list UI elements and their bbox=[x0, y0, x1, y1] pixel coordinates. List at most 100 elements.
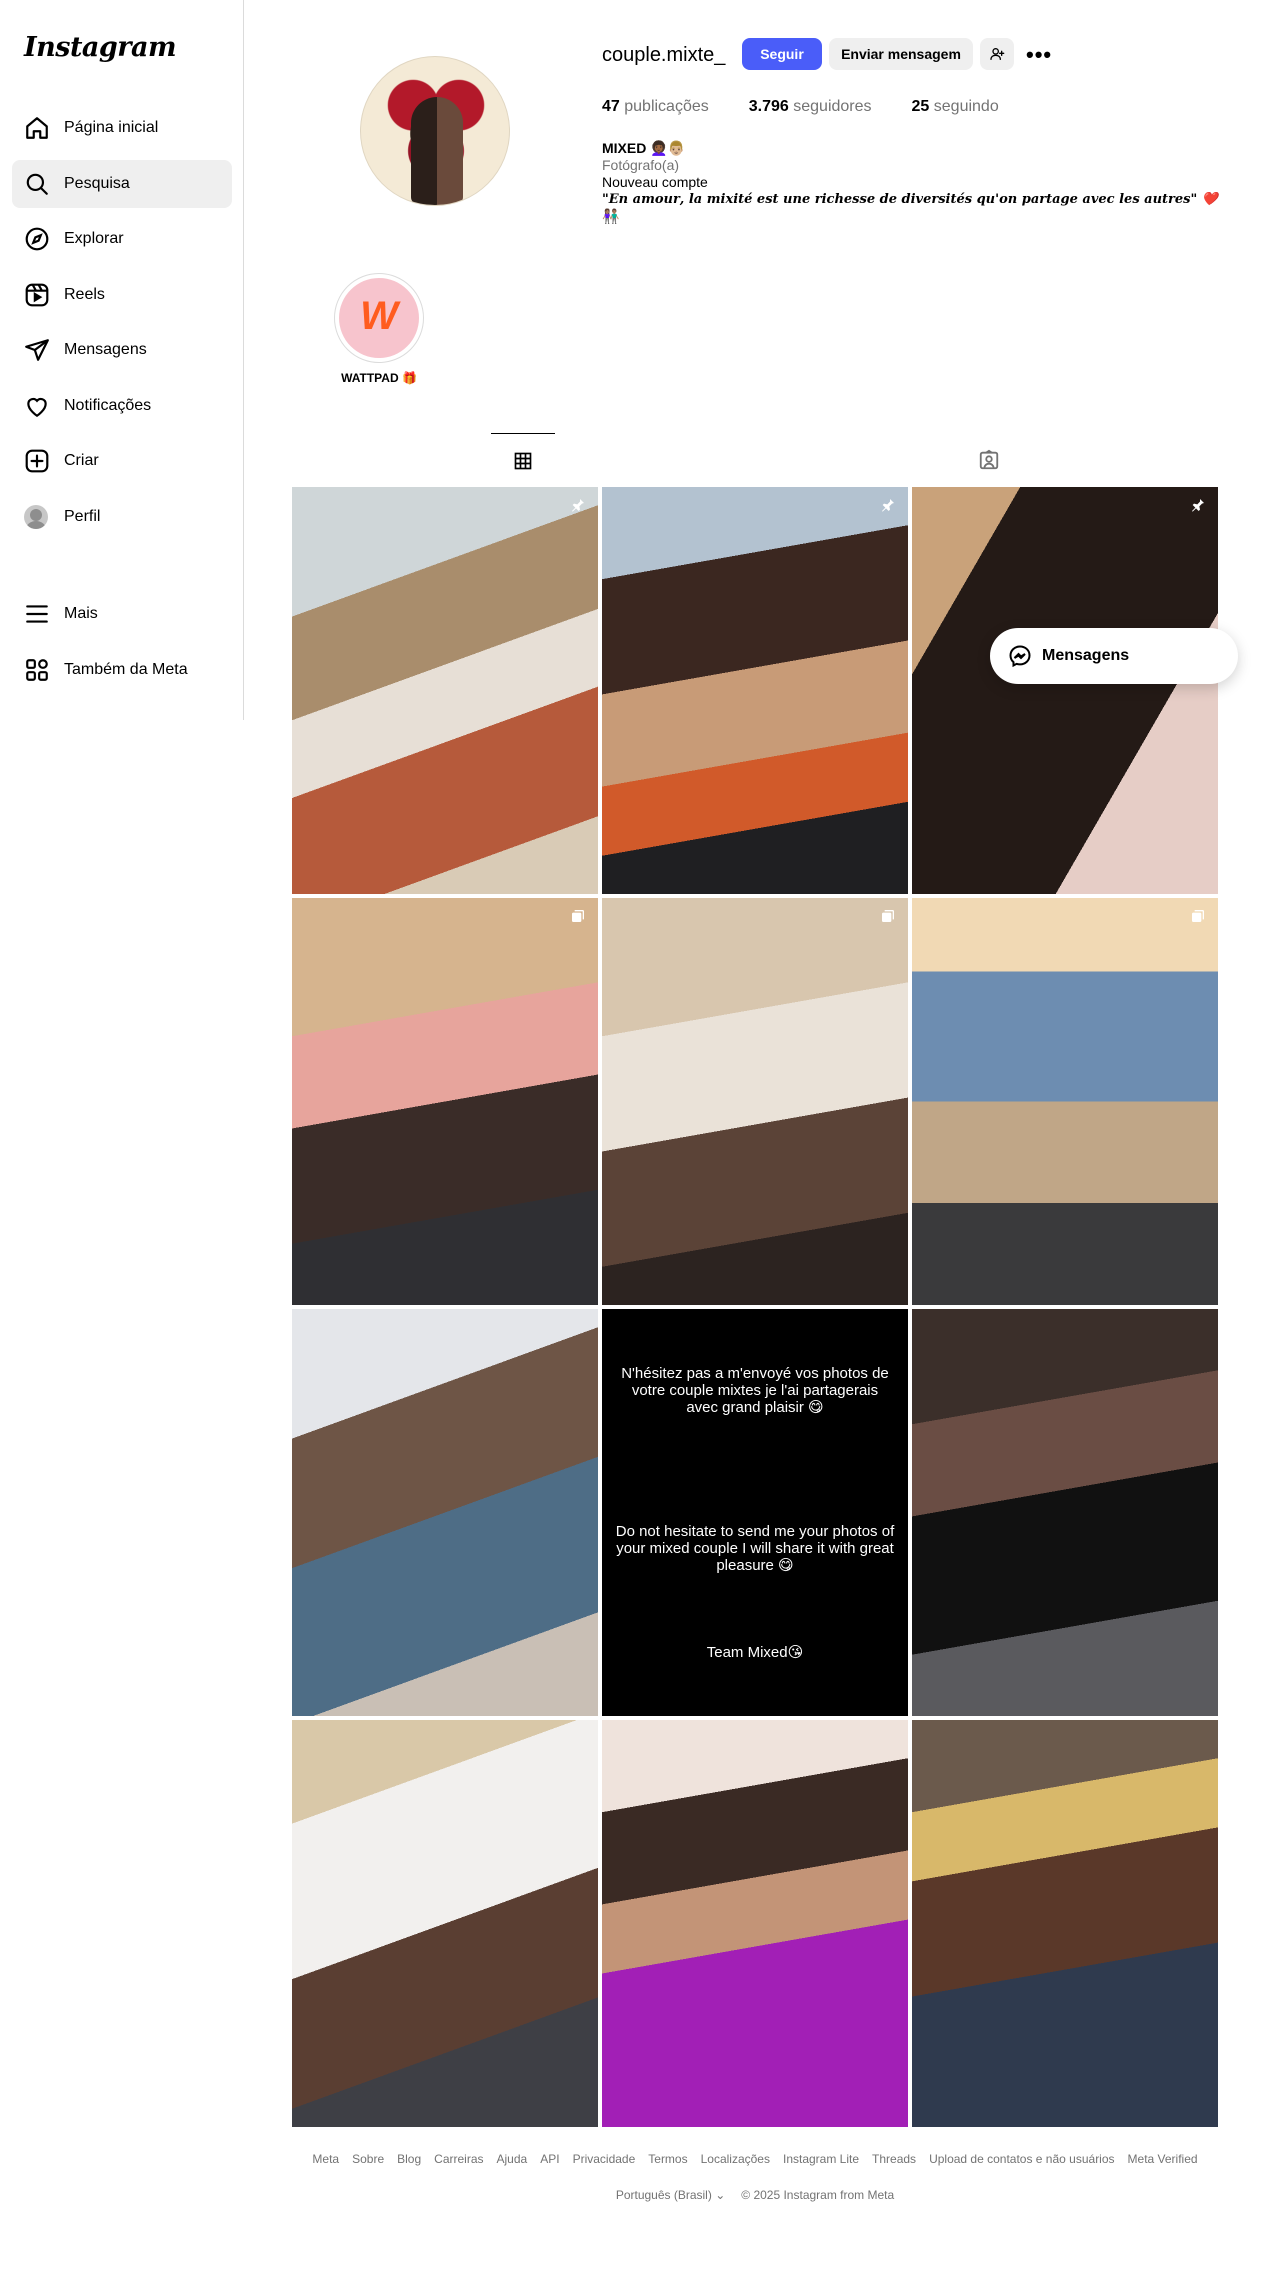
wattpad-logo-icon bbox=[339, 278, 419, 358]
sidebar-item-label: Página inicial bbox=[64, 119, 159, 136]
suggest-user-button[interactable] bbox=[980, 38, 1014, 70]
post-tile[interactable] bbox=[292, 1720, 598, 2127]
footer-link[interactable]: Localizações bbox=[701, 2152, 770, 2166]
post-text-fr: N'hésitez pas a m'envoyé vos photos de v… bbox=[621, 1365, 889, 1416]
sidebar: Instagram Página inicial Pesquisa Explor… bbox=[0, 0, 244, 720]
sidebar-item-label: Explorar bbox=[64, 230, 124, 247]
sidebar-item-meta[interactable]: Também da Meta bbox=[12, 646, 232, 694]
footer-link[interactable]: Ajuda bbox=[497, 2152, 528, 2166]
post-tile[interactable] bbox=[602, 1720, 908, 2127]
tab-posts[interactable] bbox=[491, 433, 555, 487]
sidebar-item-label: Criar bbox=[64, 452, 99, 469]
profile-tabs bbox=[292, 433, 1218, 487]
posts-grid: N'hésitez pas a m'envoyé vos photos de v… bbox=[292, 487, 1218, 2127]
profile-stats: 47 publicações 3.796 seguidores 25 segui… bbox=[602, 98, 999, 116]
bio-emoji: 👫🏽 bbox=[602, 208, 620, 224]
sidebar-item-search[interactable]: Pesquisa bbox=[12, 159, 232, 208]
search-icon bbox=[26, 173, 48, 195]
post-tile[interactable] bbox=[292, 898, 598, 1305]
post-tile[interactable] bbox=[602, 898, 908, 1305]
sidebar-item-label: Mensagens bbox=[64, 341, 147, 358]
post-tile[interactable] bbox=[912, 1309, 1218, 1716]
menu-icon bbox=[26, 605, 48, 623]
send-message-button[interactable]: Enviar mensagem bbox=[829, 38, 973, 70]
highlight-label: WATTPAD 🎁 bbox=[341, 371, 417, 385]
footer-bottom: Português (Brasil) ⌄ © 2025 Instagram fr… bbox=[292, 2188, 1218, 2202]
post-text-sign: Team Mixed😘 bbox=[706, 1644, 804, 1661]
post-tile[interactable] bbox=[912, 1720, 1218, 2127]
profile-bio: MIXED 👩🏾‍🦱👨🏼 Fotógrafo(a) Nouveau compte… bbox=[602, 140, 1222, 225]
sidebar-item-label: Reels bbox=[64, 285, 105, 303]
post-tile[interactable] bbox=[602, 487, 908, 894]
sidebar-item-profile[interactable]: Perfil bbox=[12, 493, 232, 541]
copyright: © 2025 Instagram from Meta bbox=[741, 2188, 895, 2202]
sidebar-item-explore[interactable]: Explorar bbox=[12, 215, 232, 263]
sidebar-item-reels[interactable]: Reels bbox=[12, 271, 232, 319]
meta-apps-icon bbox=[26, 658, 48, 681]
sidebar-item-label: Mais bbox=[64, 605, 98, 622]
sidebar-item-label: Pesquisa bbox=[64, 174, 130, 192]
post-tile[interactable] bbox=[912, 487, 1218, 894]
pin-icon bbox=[882, 499, 894, 512]
footer-link[interactable]: Meta Verified bbox=[1128, 2152, 1198, 2166]
post-tile[interactable] bbox=[292, 1309, 598, 1716]
footer-link[interactable]: Sobre bbox=[352, 2152, 384, 2166]
profile-username: couple.mixte_ bbox=[602, 44, 726, 66]
bio-category: Fotógrafo(a) bbox=[602, 157, 680, 173]
instagram-logo[interactable]: Instagram bbox=[24, 32, 177, 63]
followers-count[interactable]: 3.796 seguidores bbox=[749, 98, 872, 116]
sidebar-nav: Página inicial Pesquisa Explorar Reels M… bbox=[12, 104, 232, 548]
pin-icon bbox=[572, 499, 584, 512]
paper-plane-icon bbox=[25, 339, 49, 361]
footer-link[interactable]: Carreiras bbox=[434, 2152, 483, 2166]
footer-link[interactable]: Threads bbox=[872, 2152, 916, 2166]
grid-icon bbox=[514, 452, 532, 469]
plus-square-icon bbox=[25, 449, 49, 473]
more-options-icon[interactable]: ••• bbox=[1026, 42, 1052, 68]
bio-quote: "𝑬𝒏 𝒂𝒎𝒐𝒖𝒓, 𝒍𝒂 𝒎𝒊𝒙𝒊𝒕𝒆́ 𝒆𝒔𝒕 𝒖𝒏𝒆 𝒓𝒊𝒄𝒉𝒆𝒔𝒔𝒆 𝒅… bbox=[602, 192, 1218, 207]
sidebar-item-create[interactable]: Criar bbox=[12, 437, 232, 485]
footer-link[interactable]: API bbox=[540, 2152, 559, 2166]
highlight-ring bbox=[334, 273, 424, 363]
post-tile-text[interactable]: N'hésitez pas a m'envoyé vos photos de v… bbox=[602, 1309, 908, 1716]
footer-link[interactable]: Instagram Lite bbox=[783, 2152, 859, 2166]
post-text-en: Do not hesitate to send me your photos o… bbox=[615, 1523, 895, 1574]
sidebar-item-more[interactable]: Mais bbox=[12, 590, 232, 638]
footer-link[interactable]: Meta bbox=[312, 2152, 339, 2166]
reels-icon bbox=[25, 283, 49, 306]
post-tile[interactable] bbox=[912, 898, 1218, 1305]
profile-avatar[interactable] bbox=[360, 56, 510, 206]
carousel-icon bbox=[572, 910, 584, 922]
chevron-down-icon: ⌄ bbox=[715, 2188, 726, 2202]
sidebar-item-messages[interactable]: Mensagens bbox=[12, 326, 232, 374]
footer-link[interactable]: Termos bbox=[648, 2152, 687, 2166]
sidebar-item-label: Notificações bbox=[64, 396, 152, 414]
pin-icon bbox=[1192, 499, 1204, 512]
avatar-icon bbox=[24, 504, 48, 529]
sidebar-bottom: Mais Também da Meta bbox=[12, 590, 232, 701]
footer: Meta Sobre Blog Carreiras Ajuda API Priv… bbox=[292, 2152, 1218, 2202]
tagged-icon bbox=[979, 449, 999, 470]
messenger-icon bbox=[1009, 645, 1031, 668]
bio-name: MIXED 👩🏾‍🦱👨🏼 bbox=[602, 140, 686, 156]
carousel-icon bbox=[1192, 910, 1204, 922]
language-select[interactable]: Português (Brasil) ⌄ bbox=[616, 2188, 725, 2202]
heart-icon bbox=[27, 397, 47, 417]
floating-messages-label: Mensagens bbox=[1042, 647, 1130, 664]
floating-messages-button[interactable]: Mensagens bbox=[990, 628, 1238, 684]
sidebar-item-label: Perfil bbox=[64, 507, 101, 525]
tab-tagged[interactable] bbox=[957, 433, 1021, 487]
post-tile[interactable] bbox=[292, 487, 598, 894]
footer-link[interactable]: Blog bbox=[397, 2152, 421, 2166]
footer-link[interactable]: Upload de contatos e não usuários bbox=[929, 2152, 1114, 2166]
follow-button[interactable]: Seguir bbox=[742, 38, 822, 70]
posts-count: 47 publicações bbox=[602, 98, 709, 115]
sidebar-item-home[interactable]: Página inicial bbox=[12, 104, 232, 152]
footer-link[interactable]: Privacidade bbox=[573, 2152, 636, 2166]
sidebar-item-notifications[interactable]: Notificações bbox=[12, 382, 232, 430]
footer-links: Meta Sobre Blog Carreiras Ajuda API Priv… bbox=[292, 2152, 1218, 2166]
compass-icon bbox=[25, 227, 49, 251]
story-highlight[interactable]: WATTPAD 🎁 bbox=[334, 273, 424, 385]
following-count[interactable]: 25 seguindo bbox=[912, 98, 999, 116]
bio-line: Nouveau compte bbox=[602, 174, 708, 190]
